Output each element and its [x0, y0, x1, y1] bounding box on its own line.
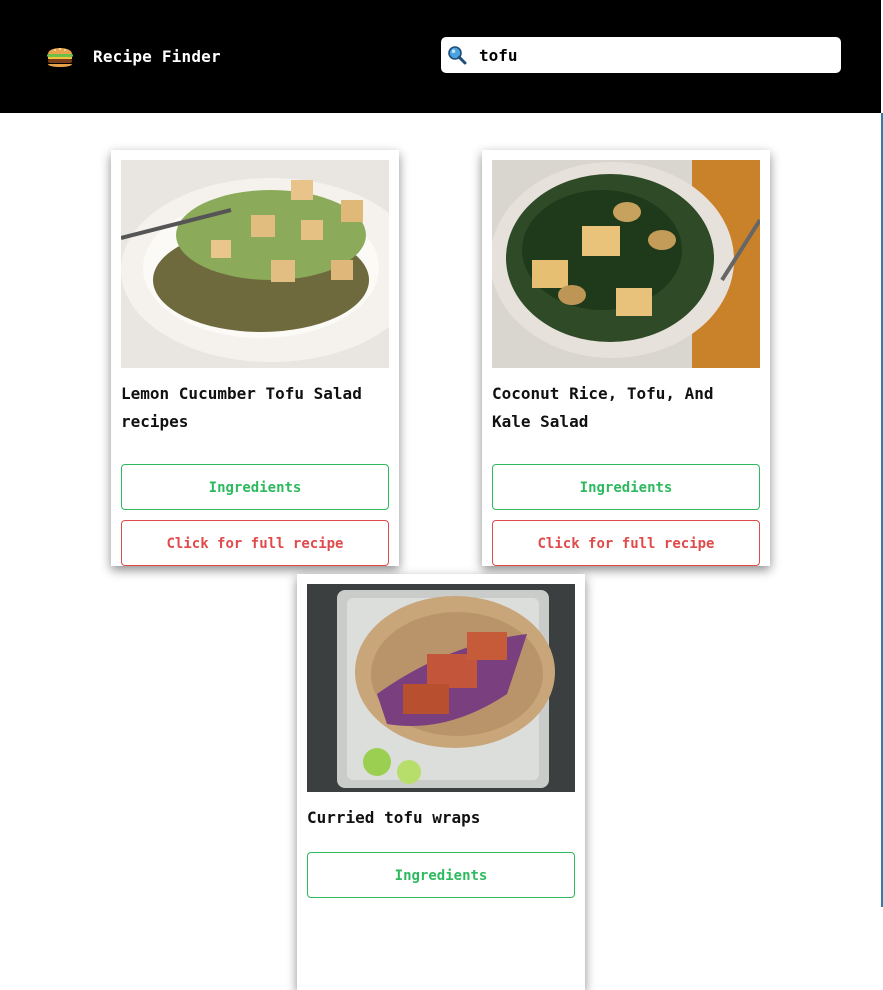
full-recipe-button[interactable]: Click for full recipe	[492, 520, 760, 566]
hamburger-icon	[47, 48, 73, 67]
magnifier-icon	[448, 46, 467, 65]
brand: Recipe Finder	[44, 40, 221, 72]
recipe-card: Coconut Rice, Tofu, And Kale Salad Ingre…	[482, 150, 770, 566]
search-box[interactable]	[441, 37, 841, 73]
recipe-image[interactable]	[492, 160, 760, 368]
full-recipe-button[interactable]: Click for full recipe	[121, 520, 389, 566]
app-header: Recipe Finder	[0, 0, 881, 113]
app-title: Recipe Finder	[93, 46, 221, 66]
recipe-card: Lemon Cucumber Tofu Salad recipes Ingred…	[111, 150, 399, 566]
recipe-image[interactable]	[307, 584, 575, 792]
ingredients-button[interactable]: Ingredients	[121, 464, 389, 510]
recipe-title: Lemon Cucumber Tofu Salad recipes	[121, 384, 362, 431]
ingredients-button[interactable]: Ingredients	[492, 464, 760, 510]
search-input[interactable]	[479, 37, 829, 73]
recipe-image[interactable]	[121, 160, 389, 368]
recipe-title: Coconut Rice, Tofu, And Kale Salad	[492, 384, 714, 431]
ingredients-button[interactable]: Ingredients	[307, 852, 575, 898]
recipe-card: Curried tofu wraps Ingredients	[297, 574, 585, 990]
recipe-title: Curried tofu wraps	[307, 808, 481, 827]
